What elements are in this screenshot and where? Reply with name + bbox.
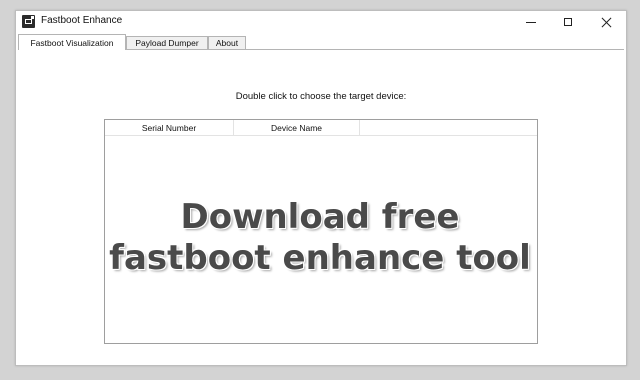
watermark-line-1: Download free (180, 197, 460, 237)
close-button[interactable] (588, 11, 624, 33)
window-title: Fastboot Enhance (41, 15, 123, 26)
app-icon (22, 15, 35, 28)
column-header-device-name[interactable]: Device Name (234, 120, 360, 135)
column-header-serial-number[interactable]: Serial Number (105, 120, 234, 135)
tab-payload-dumper[interactable]: Payload Dumper (126, 36, 208, 49)
tab-strip: Fastboot Visualization Payload Dumper Ab… (18, 34, 624, 50)
title-bar[interactable]: Fastboot Enhance (16, 11, 626, 33)
minimize-button[interactable] (513, 11, 549, 33)
app-window: Fastboot Enhance Fastboot Visualization … (15, 10, 627, 366)
maximize-button[interactable] (550, 11, 586, 33)
minimize-icon (526, 21, 536, 23)
maximize-icon (564, 18, 572, 26)
tab-fastboot-visualization[interactable]: Fastboot Visualization (18, 34, 126, 50)
instruction-text: Double click to choose the target device… (235, 91, 407, 102)
tab-about[interactable]: About (208, 36, 246, 49)
close-icon (601, 17, 612, 28)
list-header: Serial Number Device Name (105, 120, 537, 136)
watermark-line-2: fastboot enhance tool (109, 238, 531, 278)
